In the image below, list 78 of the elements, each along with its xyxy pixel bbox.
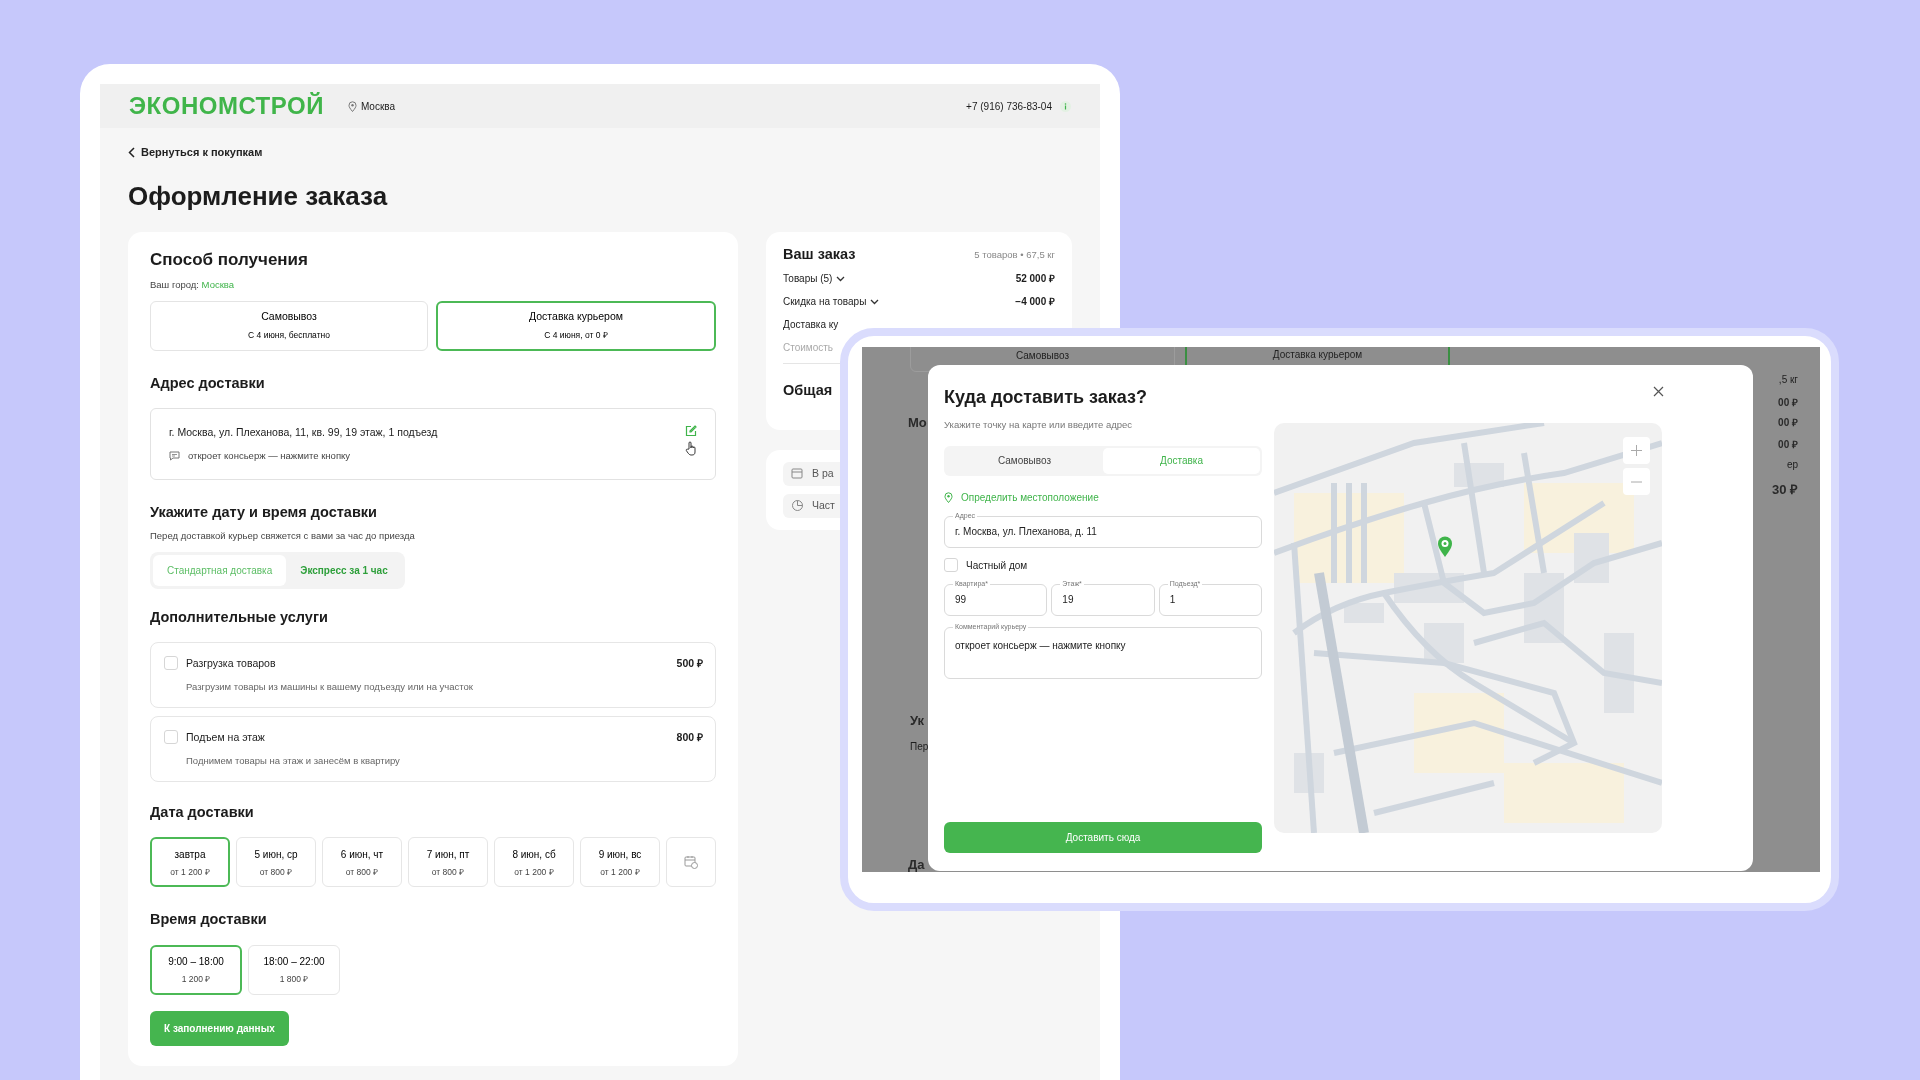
modal-subtitle: Укажите точку на карте или введите адрес bbox=[944, 417, 1134, 432]
summary-text: 00 ₽ bbox=[1778, 438, 1798, 452]
expand-toggle[interactable]: Скидка на товары bbox=[783, 294, 880, 310]
summary-label: Стоимость bbox=[783, 341, 834, 356]
address-card[interactable]: г. Москва, ул. Плеханова, 11, кв. 99, 19 этаж, 1 подъезд откроет консьерж — нажмите кнопку bbox=[150, 407, 716, 480]
zoom-in-button[interactable] bbox=[1623, 437, 1650, 464]
address-text: г. Москва, ул. Плеханова, 11, кв. 99, 19 этаж, 1 подъезд bbox=[169, 424, 439, 440]
section-title: Дополнительные услуги bbox=[150, 608, 329, 626]
plus-icon bbox=[1631, 445, 1642, 456]
chevron-icon bbox=[836, 275, 846, 282]
summary-text: ,5 кг bbox=[1778, 373, 1798, 387]
info-icon[interactable] bbox=[1060, 100, 1071, 112]
page-title: Оформление заказа bbox=[128, 180, 389, 212]
chevron-icon bbox=[870, 298, 880, 305]
date-option[interactable]: 8 июн, сб от 1 200 ₽ bbox=[494, 837, 574, 888]
phone-number: +7 (916) 736-83-04 bbox=[966, 99, 1052, 114]
pie-chart-icon bbox=[791, 499, 804, 513]
service-option[interactable]: Разгрузка товаров Разгрузим товары из машины к вашему подъезду или на участок 500 ₽ bbox=[150, 642, 716, 708]
tab[interactable]: Самовывоз bbox=[946, 447, 1103, 474]
summary-text: 30 ₽ bbox=[1771, 481, 1798, 499]
section-title: Да bbox=[908, 856, 925, 872]
section-title: Мо bbox=[908, 414, 927, 432]
section-title: Время доставки bbox=[150, 911, 268, 929]
back-link[interactable]: Вернуться к покупкам bbox=[128, 144, 263, 161]
calendar-icon bbox=[791, 467, 804, 481]
service-price: 800 ₽ bbox=[676, 730, 703, 745]
service-price: 500 ₽ bbox=[676, 656, 703, 671]
date-option[interactable]: 9 июн, вс от 1 200 ₽ bbox=[580, 837, 660, 888]
summary-text: Пер bbox=[910, 740, 929, 754]
city-line: Ваш город: Москва bbox=[150, 278, 236, 293]
hand-cursor-icon bbox=[685, 440, 697, 456]
expand-toggle[interactable]: Товары (5) bbox=[783, 271, 846, 287]
modal-title: Куда доставить заказ? bbox=[944, 387, 1148, 409]
date-option[interactable]: 6 июн, чт от 800 ₽ bbox=[322, 837, 402, 888]
service-name: Разгрузка товаров bbox=[186, 656, 277, 671]
service-description: Разгрузим товары из машины к вашему подъезду или на участок bbox=[186, 679, 475, 694]
date-option[interactable]: 5 июн, ср от 800 ₽ bbox=[236, 837, 316, 888]
summary-value: −4 000 ₽ bbox=[1015, 295, 1055, 310]
section-subtitle: Перед доставкой курьер свяжется с вами за час до приезда bbox=[150, 529, 416, 544]
zoom-out-button[interactable] bbox=[1623, 468, 1650, 495]
summary-text: ер bbox=[1786, 458, 1798, 472]
date-option[interactable]: завтра от 1 200 ₽ bbox=[150, 837, 230, 888]
map-drawing[interactable] bbox=[1274, 423, 1662, 833]
date-option[interactable]: 7 июн, пт от 800 ₽ bbox=[408, 837, 488, 888]
summary-title: Ваш заказ bbox=[783, 245, 856, 264]
summary-text: 00 ₽ bbox=[1778, 396, 1798, 410]
delivery-option[interactable]: Самовывоз С 4 июня, бесплатно bbox=[150, 300, 428, 351]
checkbox[interactable] bbox=[164, 730, 178, 744]
city-label[interactable]: Москва bbox=[360, 98, 396, 114]
map-pin-icon[interactable] bbox=[1437, 536, 1453, 558]
location-pin-icon bbox=[347, 100, 357, 112]
service-name: Подъем на этаж bbox=[186, 730, 266, 745]
summary-meta: 5 товаров • 67,5 кг bbox=[974, 247, 1055, 262]
summary-value: 52 000 ₽ bbox=[1015, 272, 1055, 287]
edit-icon[interactable] bbox=[685, 424, 697, 437]
checkbox[interactable] bbox=[164, 656, 178, 670]
back-chevron-icon bbox=[128, 146, 135, 158]
time-option[interactable]: 9:00 – 18:00 1 200 ₽ bbox=[150, 944, 242, 995]
section-title: Адрес доставки bbox=[150, 374, 266, 392]
section-title: Укажите дату и время доставки bbox=[150, 503, 378, 522]
section-title: Дата доставки bbox=[150, 804, 255, 822]
calendar-button[interactable] bbox=[666, 837, 716, 888]
summary-total-label: Общая bbox=[783, 381, 833, 401]
address-comment: откроет консьерж — нажмите кнопку bbox=[188, 448, 351, 463]
location-pin-icon bbox=[944, 491, 953, 503]
summary-text: 00 ₽ bbox=[1778, 416, 1798, 430]
section-title: Способ получения bbox=[150, 249, 309, 271]
service-option[interactable]: Подъем на этаж Поднимем товары на этаж и занесём в квартиру 800 ₽ bbox=[150, 716, 716, 782]
minus-icon bbox=[1631, 480, 1642, 483]
time-option[interactable]: 18:00 – 22:00 1 800 ₽ bbox=[248, 944, 340, 995]
comment-icon bbox=[169, 450, 180, 461]
section-title: Ук bbox=[910, 712, 925, 730]
calendar-icon bbox=[684, 855, 698, 870]
private-house-checkbox[interactable]: Частный дом bbox=[944, 557, 1262, 573]
summary-label: Доставка ку bbox=[783, 318, 839, 333]
delivery-option[interactable]: Доставка курьером С 4 июня, от 0 ₽ bbox=[436, 300, 716, 351]
close-icon bbox=[1653, 386, 1664, 398]
service-description: Поднимем товары на этаж и занесём в квартиру bbox=[186, 753, 401, 768]
